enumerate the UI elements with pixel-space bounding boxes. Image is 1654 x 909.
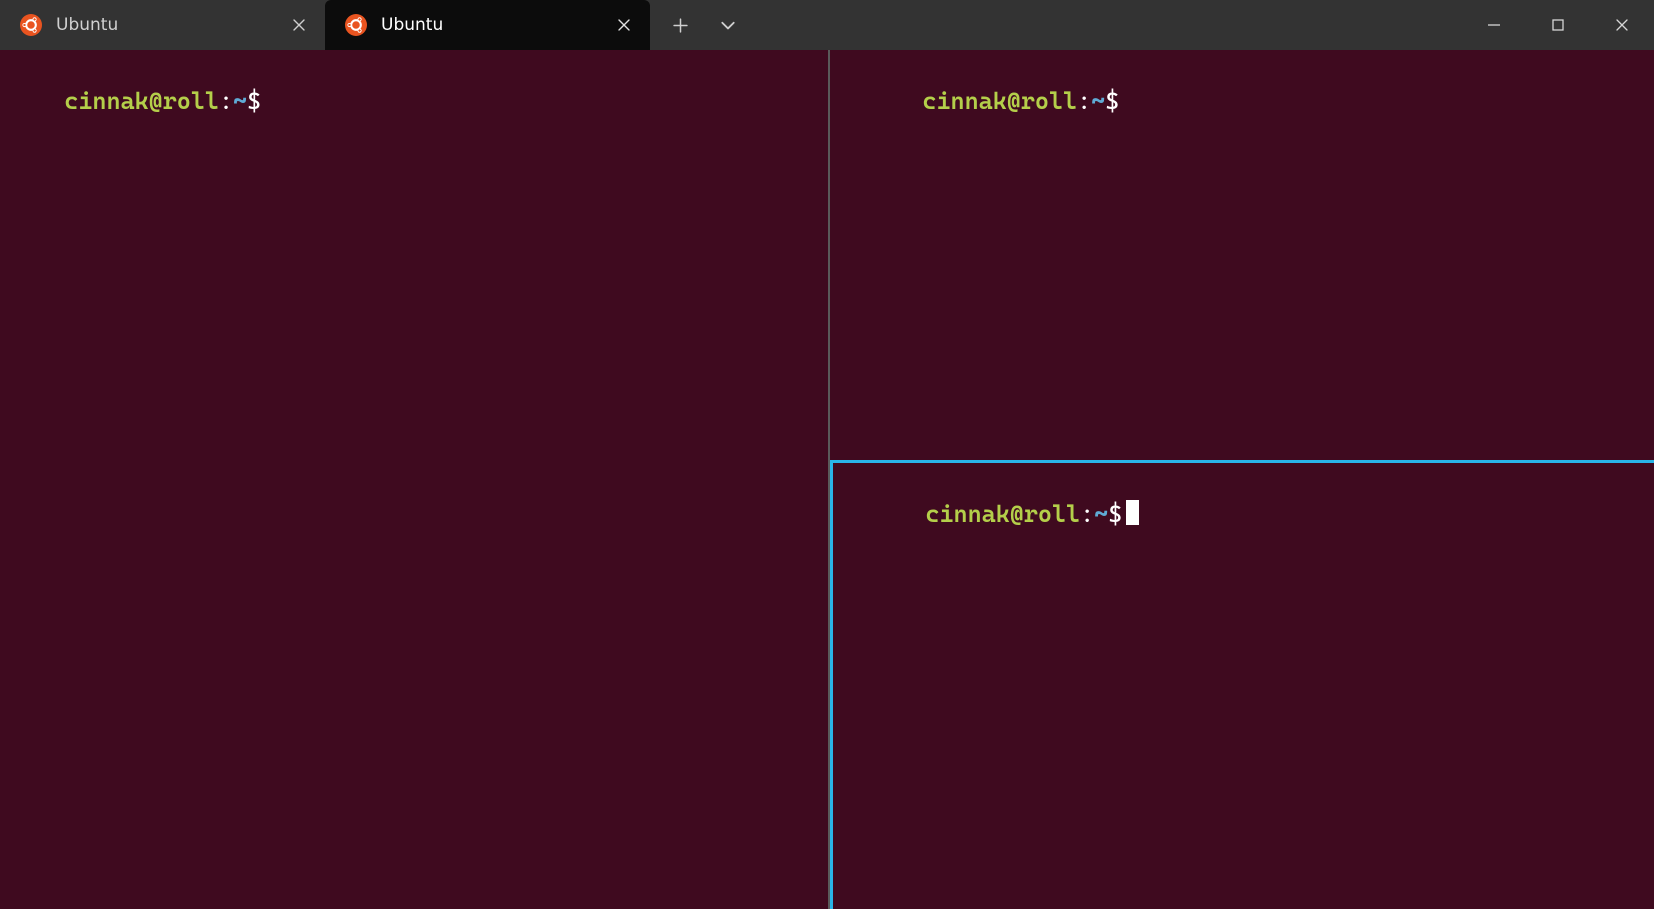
tab-ubuntu-2[interactable]: Ubuntu [325, 0, 650, 50]
chevron-down-icon [720, 17, 736, 33]
terminal-workspace: cinnak@roll:~$ cinnak@roll:~$ cinnak@rol… [0, 50, 1654, 909]
prompt-dollar: $ [1105, 87, 1119, 115]
titlebar-actions [650, 0, 750, 50]
terminal-pane-top-right[interactable]: cinnak@roll:~$ [830, 50, 1654, 460]
prompt-colon: : [1077, 87, 1091, 115]
prompt-path: ~ [1091, 87, 1105, 115]
terminal-right-column: cinnak@roll:~$ cinnak@roll:~$ [830, 50, 1654, 909]
prompt-colon: : [219, 87, 233, 115]
prompt-user-host: cinnak@roll [64, 87, 219, 115]
titlebar: Ubuntu Ubuntu [0, 0, 1654, 50]
titlebar-drag-region[interactable] [750, 0, 1462, 50]
minimize-icon [1487, 18, 1501, 32]
window-minimize-button[interactable] [1462, 0, 1526, 50]
tab-dropdown-button[interactable] [706, 3, 750, 47]
tab-close-button[interactable] [285, 11, 313, 39]
tab-ubuntu-1[interactable]: Ubuntu [0, 0, 325, 50]
tab-label: Ubuntu [56, 15, 271, 35]
prompt-path: ~ [1094, 500, 1108, 528]
tab-label: Ubuntu [381, 15, 596, 35]
prompt-path: ~ [233, 87, 247, 115]
plus-icon [673, 18, 688, 33]
close-icon [293, 19, 305, 31]
prompt-user-host: cinnak@roll [925, 500, 1080, 528]
window-caption-controls [1462, 0, 1654, 50]
tab-close-button[interactable] [610, 11, 638, 39]
close-icon [1615, 18, 1629, 32]
tab-strip: Ubuntu Ubuntu [0, 0, 650, 50]
terminal-pane-bottom-right[interactable]: cinnak@roll:~$ [830, 460, 1654, 909]
ubuntu-icon [345, 14, 367, 36]
prompt-dollar: $ [1108, 500, 1122, 528]
prompt-dollar: $ [247, 87, 261, 115]
terminal-pane-left[interactable]: cinnak@roll:~$ [0, 50, 830, 909]
text-cursor [1126, 500, 1139, 525]
close-icon [618, 19, 630, 31]
prompt-colon: : [1080, 500, 1094, 528]
prompt-user-host: cinnak@roll [922, 87, 1077, 115]
window-maximize-button[interactable] [1526, 0, 1590, 50]
window-close-button[interactable] [1590, 0, 1654, 50]
maximize-icon [1551, 18, 1565, 32]
ubuntu-icon [20, 14, 42, 36]
new-tab-button[interactable] [658, 3, 702, 47]
